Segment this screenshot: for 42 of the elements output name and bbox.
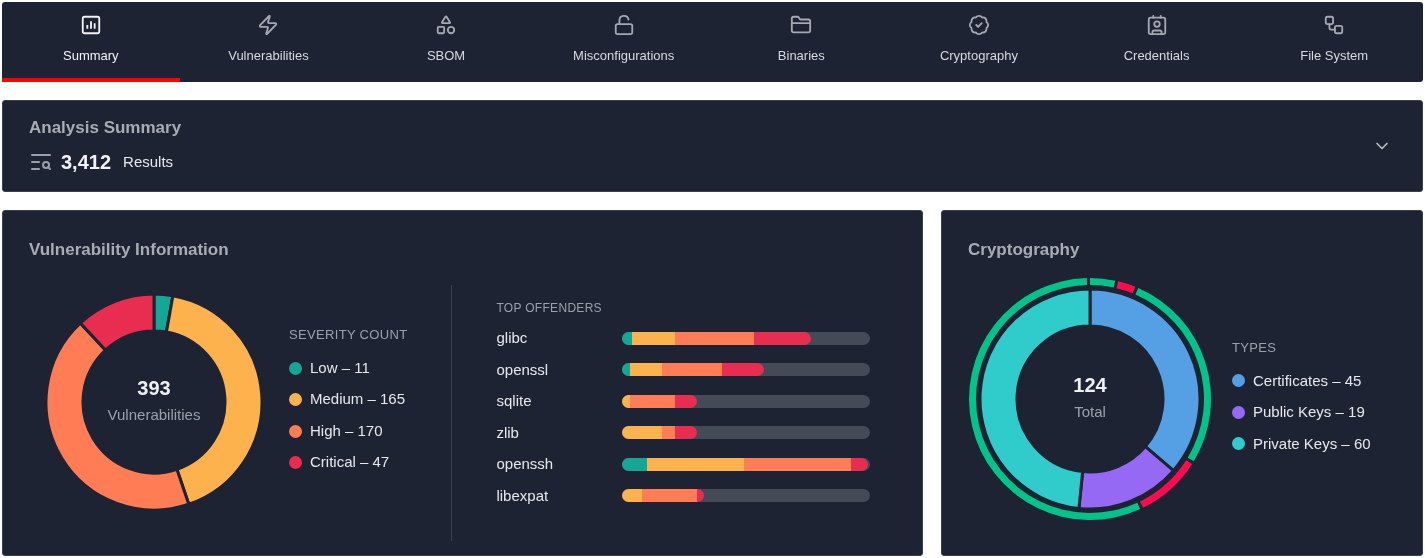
package-name: zlib — [496, 422, 520, 443]
nav-tab[interactable]: Vulnerabilities — [179, 2, 358, 82]
results-count: 3,412 — [61, 149, 112, 175]
panel-title: Cryptography — [968, 239, 1081, 261]
package-name: openssl — [496, 359, 550, 380]
total-count: 124 — [1073, 373, 1107, 398]
legend-label: High – 170 — [310, 420, 383, 441]
legend-label: Medium – 165 — [310, 389, 406, 410]
legend-label: Certificates – 45 — [1253, 370, 1362, 391]
offenders-title: TOP OFFENDERS — [496, 299, 603, 317]
offender-bar-segment — [721, 363, 764, 377]
nav-tab[interactable]: SBOM — [357, 2, 535, 82]
nav-tab[interactable]: Credentials — [1067, 2, 1246, 82]
package-name: glibc — [496, 328, 529, 348]
panel-title: Analysis Summary — [29, 117, 182, 140]
nav-tab[interactable]: Binaries — [712, 2, 891, 82]
total-count: 393 — [137, 376, 171, 401]
legend-label: Low – 11 — [310, 357, 370, 378]
panel-title: Vulnerability Information — [29, 239, 230, 261]
legend-label: Private Keys – 60 — [1253, 433, 1371, 454]
legend-title: SEVERITY COUNT — [289, 325, 408, 344]
nav-tab[interactable]: Misconfigurations — [534, 2, 713, 82]
total-label: Total — [1074, 402, 1106, 423]
badge-check-icon — [967, 14, 990, 37]
legend-label: Public Keys – 19 — [1253, 402, 1365, 422]
offender-bar-segment — [753, 331, 811, 345]
lightning-icon — [257, 14, 280, 37]
legend-title: TYPES — [1232, 338, 1278, 357]
package-name: sqlite — [496, 391, 533, 411]
id-card-icon — [1145, 14, 1168, 37]
bar-chart-icon — [79, 14, 102, 37]
results-label: Results — [123, 151, 174, 172]
legend-label: Critical – 47 — [310, 452, 390, 473]
nav-tab[interactable]: File System — [1245, 2, 1423, 82]
package-name: openssh — [496, 454, 555, 474]
package-name: libexpat — [496, 485, 550, 506]
nav-tab[interactable]: Cryptography — [890, 2, 1068, 82]
nav-tab[interactable]: Summary — [2, 2, 180, 82]
hierarchy-icon — [1323, 14, 1346, 37]
shapes-icon — [435, 14, 458, 37]
total-label: Vulnerabilities — [107, 405, 201, 426]
lock-icon — [612, 14, 635, 37]
